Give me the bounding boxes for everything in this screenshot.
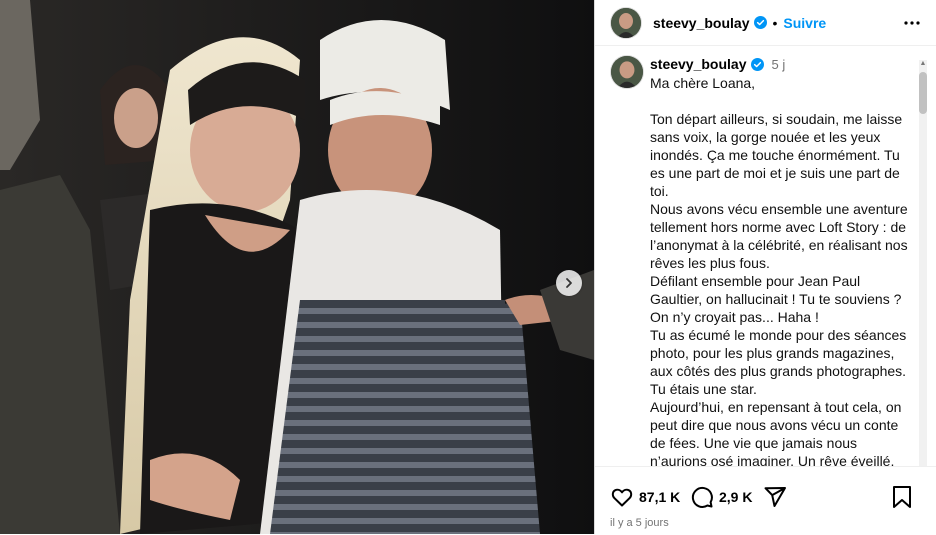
post-header: steevy_boulay • Suivre xyxy=(595,0,936,46)
header-username[interactable]: steevy_boulay xyxy=(653,15,750,31)
next-slide-button[interactable] xyxy=(556,270,582,296)
caption-avatar[interactable] xyxy=(611,56,643,88)
comment-icon xyxy=(691,486,713,508)
verified-badge-icon xyxy=(753,16,767,29)
separator-dot: • xyxy=(772,14,778,31)
bookmark-icon[interactable] xyxy=(892,485,912,509)
more-options-icon[interactable] xyxy=(902,13,922,33)
follow-button[interactable]: Suivre xyxy=(783,15,826,31)
caption-username[interactable]: steevy_boulay xyxy=(650,56,747,72)
avatar-image xyxy=(611,56,643,88)
like-button[interactable]: 87,1 K xyxy=(610,485,680,509)
action-bar: 87,1 K 2,9 K il y a 5 jours xyxy=(595,466,936,535)
share-button[interactable] xyxy=(763,485,787,509)
avatar-image xyxy=(611,7,641,38)
heart-icon xyxy=(611,488,633,507)
share-icon xyxy=(764,487,786,507)
scroll-thumb[interactable] xyxy=(919,72,927,114)
caption-header: steevy_boulay 5 j xyxy=(650,56,785,72)
comments-count[interactable]: 2,9 K xyxy=(719,489,752,505)
caption-text: Ma chère Loana, Ton départ ailleurs, si … xyxy=(650,75,908,466)
verified-badge-icon xyxy=(750,58,764,71)
caption-area: steevy_boulay 5 j Ma chère Loana, Ton dé… xyxy=(595,46,936,466)
avatar[interactable] xyxy=(611,7,641,38)
likes-count[interactable]: 87,1 K xyxy=(639,489,680,505)
caption-scrollbar[interactable]: ▲ xyxy=(919,60,927,466)
post-photo[interactable] xyxy=(0,0,594,534)
scroll-up-arrow-icon[interactable]: ▲ xyxy=(919,60,927,68)
posted-time[interactable]: il y a 5 jours xyxy=(610,517,669,529)
caption-time[interactable]: 5 j xyxy=(772,57,786,72)
post-image xyxy=(0,0,594,534)
post-side-panel: steevy_boulay • Suivre steevy_boulay 5 j… xyxy=(594,0,936,534)
chevron-right-icon xyxy=(566,278,572,288)
comment-button[interactable]: 2,9 K xyxy=(690,485,752,509)
